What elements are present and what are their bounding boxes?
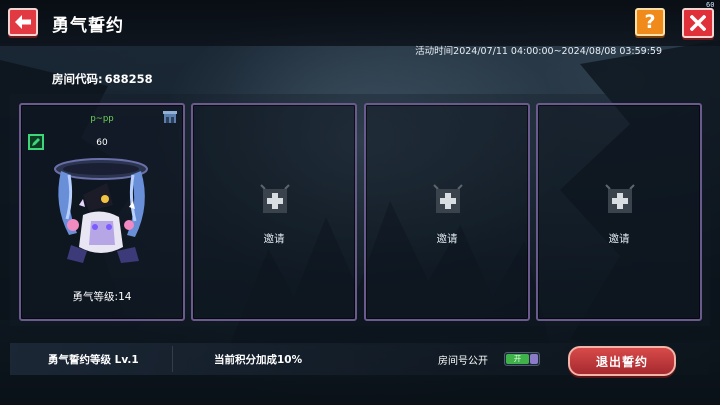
- activity-time: 活动时间2024/07/11 04:00:00~2024/08/08 03:59…: [415, 46, 662, 57]
- close-badge: 60: [706, 1, 715, 9]
- invite-label: 邀请: [608, 233, 630, 245]
- toggle-state: 开: [506, 354, 529, 364]
- room-code-label: 房间代码:: [52, 72, 103, 86]
- question-mark-icon: ?: [644, 11, 656, 33]
- footer-divider: [172, 346, 173, 372]
- back-button[interactable]: [8, 8, 38, 36]
- oath-level: 勇气誓约等级 Lv.1: [48, 354, 139, 366]
- member-slot-player[interactable]: p~pp 60 勇气等级:14: [19, 103, 185, 321]
- member-slot-empty[interactable]: 邀请: [191, 103, 357, 321]
- score-bonus: 当前积分加成10%: [214, 354, 303, 366]
- close-button[interactable]: [682, 8, 714, 38]
- invite-label: 邀请: [436, 233, 458, 245]
- plus-icon: [433, 184, 463, 213]
- hero-portrait: [43, 155, 163, 273]
- room-public-toggle[interactable]: 开: [504, 352, 540, 366]
- player-name: p~pp: [90, 114, 114, 124]
- member-slot-empty[interactable]: 邀请: [364, 103, 530, 321]
- close-icon: [690, 15, 706, 31]
- page-title: 勇气誓约: [52, 16, 124, 36]
- player-level: 60: [96, 138, 108, 148]
- team-flag-icon[interactable]: [162, 109, 178, 125]
- invite-button[interactable]: [602, 181, 638, 217]
- member-slot-empty[interactable]: 邀请: [536, 103, 702, 321]
- help-button[interactable]: ?: [635, 8, 665, 36]
- exit-oath-button[interactable]: 退出誓约: [568, 346, 676, 376]
- courage-level: 勇气等级:14: [72, 291, 132, 303]
- invite-button[interactable]: [430, 181, 466, 217]
- invite-button[interactable]: [257, 181, 293, 217]
- room-code-value: 688258: [104, 72, 153, 86]
- plus-icon: [605, 184, 635, 213]
- arrow-left-icon: [15, 15, 31, 29]
- room-code: 房间代码: 688258: [50, 71, 153, 87]
- toggle-knob: [530, 354, 538, 364]
- plus-icon: [260, 184, 290, 213]
- invite-label: 邀请: [263, 233, 285, 245]
- room-public-label: 房间号公开: [438, 356, 488, 367]
